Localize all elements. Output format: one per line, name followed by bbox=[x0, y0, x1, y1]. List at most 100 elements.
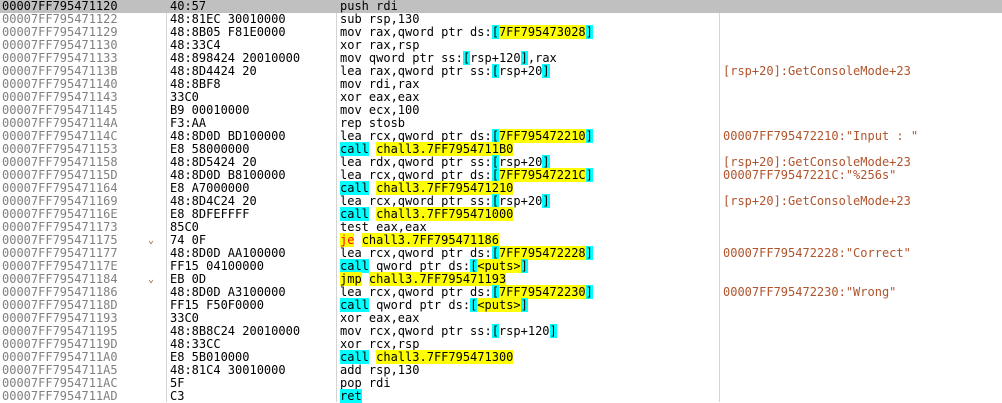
bytes-cell: 5F bbox=[170, 376, 185, 390]
instruction-token: rsp+20 bbox=[498, 64, 543, 78]
disasm-row[interactable]: 00007FF79547116E E8 8DFEFFFF call chall3.7… bbox=[0, 207, 1002, 221]
instruction-token: [ bbox=[491, 129, 499, 143]
instruction-token: [ bbox=[491, 25, 499, 39]
instruction-token: 7FF795473028 bbox=[498, 25, 586, 39]
comment-cell: 00007FF795472228:"Correct" bbox=[723, 246, 911, 260]
instruction-token: rsp+20 bbox=[498, 194, 543, 208]
instruction-token: [ bbox=[491, 246, 499, 260]
comment-cell: 00007FF79547221C:"%256s" bbox=[723, 168, 897, 182]
instruction-token: je bbox=[340, 233, 355, 247]
instruction-token: [ bbox=[491, 155, 499, 169]
instruction-token: ] bbox=[520, 51, 528, 65]
instruction-token: <puts> bbox=[477, 259, 521, 273]
instruction-cell: ret bbox=[340, 389, 720, 403]
instruction-token: mov ecx,100 bbox=[340, 103, 420, 117]
instruction-token: rsp+20 bbox=[498, 155, 543, 169]
disasm-row[interactable]: 00007FF795471195 48:8B8C24 20010000 mov rc… bbox=[0, 324, 1002, 338]
instruction-token: xor eax,eax bbox=[340, 311, 420, 325]
disasm-row[interactable]: 00007FF7954711AC 5F pop rdi bbox=[0, 377, 1002, 390]
instruction-token: [ bbox=[491, 324, 499, 338]
disasm-row[interactable]: 00007FF795471140 48:8BF8 mov rdi,rax bbox=[0, 78, 1002, 91]
instruction-token: 7FF795472230 bbox=[498, 285, 586, 299]
instruction-token: call bbox=[340, 350, 369, 364]
comment-cell: [rsp+20]:GetConsoleMode+23 bbox=[723, 194, 911, 208]
instruction-token: mov qword ptr ss: bbox=[340, 51, 463, 65]
instruction-token: call bbox=[340, 298, 369, 312]
instruction-token bbox=[362, 272, 369, 286]
instruction-token: rsp+120 bbox=[470, 51, 521, 65]
instruction-token: lea rcx,qword ptr ss: bbox=[340, 194, 492, 208]
instruction-token: lea rcx,qword ptr ds: bbox=[340, 129, 492, 143]
comment-cell: 00007FF795472230:"Wrong" bbox=[723, 285, 897, 299]
instruction-token: rsp+120 bbox=[498, 324, 550, 338]
instruction-token: ] bbox=[585, 285, 593, 299]
instruction-token: rep stosb bbox=[340, 116, 406, 130]
disasm-row[interactable]: 00007FF7954711A5 48:81C4 30010000 add rsp,… bbox=[0, 364, 1002, 377]
instruction-token: chall3.7FF7954711B0 bbox=[376, 142, 514, 156]
comment-cell: [rsp+20]:GetConsoleMode+23 bbox=[723, 64, 911, 78]
instruction-token: mov rax,qword ptr ds: bbox=[340, 25, 492, 39]
instruction-token: ] bbox=[585, 129, 593, 143]
instruction-token: chall3.7FF795471186 bbox=[361, 233, 499, 247]
instruction-token: pop rdi bbox=[340, 376, 391, 390]
instruction-token: ] bbox=[549, 324, 557, 338]
instruction-token: sub rsp,130 bbox=[340, 12, 420, 26]
disasm-row[interactable]: 00007FF795471173 85C0 test eax,eax bbox=[0, 221, 1002, 234]
jump-arrow-icon: ⌄ bbox=[148, 274, 155, 285]
disasm-row[interactable]: 00007FF7954711A0 E8 5B010000 call chall3.7… bbox=[0, 350, 1002, 364]
instruction-token: lea rdx,qword ptr ss: bbox=[340, 155, 492, 169]
instruction-token bbox=[354, 233, 361, 247]
disassembly-view[interactable]: 00007FF795471120 40:57 push rdi 00007FF7954… bbox=[0, 0, 1002, 403]
instruction-token: 7FF795472228 bbox=[498, 246, 586, 260]
instruction-token: call bbox=[340, 207, 369, 221]
instruction-token: qword ptr ds: bbox=[368, 259, 471, 273]
disasm-row[interactable]: 00007FF7954711AD C3 ret bbox=[0, 389, 1002, 403]
instruction-token: chall3.7FF795471300 bbox=[376, 350, 514, 364]
instruction-token: xor rax,rsp bbox=[340, 38, 420, 52]
instruction-token: mov rcx,qword ptr ss: bbox=[340, 324, 492, 338]
disasm-row[interactable]: 00007FF795471145 B9 00010000 mov ecx,100 bbox=[0, 104, 1002, 117]
jump-arrow-icon: ⌄ bbox=[148, 235, 155, 246]
instruction-token: add rsp,130 bbox=[340, 363, 420, 377]
instruction-token: qword ptr ds: bbox=[368, 298, 471, 312]
instruction-token: ] bbox=[542, 64, 550, 78]
instruction-token: chall3.7FF795471193 bbox=[368, 272, 507, 286]
instruction-token: [ bbox=[462, 51, 471, 65]
instruction-token: ,rax bbox=[527, 51, 557, 65]
instruction-token: ] bbox=[542, 194, 550, 208]
instruction-token: ] bbox=[585, 168, 593, 182]
comment-cell: 00007FF795472210:"Input : " bbox=[723, 129, 919, 143]
address-cell: 00007FF7954711AD bbox=[2, 389, 118, 403]
disasm-row[interactable]: 00007FF795471120 40:57 push rdi bbox=[0, 0, 1002, 13]
bytes-cell: 48:81C4 30010000 bbox=[170, 363, 286, 377]
instruction-token: lea rax,qword ptr ss: bbox=[340, 64, 492, 78]
disasm-row[interactable]: 00007FF795471129 48:8B05 F81E0000 mov rax,… bbox=[0, 25, 1002, 39]
disasm-row[interactable]: 00007FF79547113B 48:8D4424 20 lea rax,qwor… bbox=[0, 64, 1002, 78]
instruction-token: <puts> bbox=[477, 298, 521, 312]
instruction-token: jmp bbox=[340, 272, 362, 286]
instruction-token: 7FF79547221C bbox=[498, 168, 586, 182]
instruction-cell: add rsp,130 bbox=[340, 364, 720, 377]
instruction-token: ret bbox=[340, 389, 362, 403]
bytes-cell: C3 bbox=[170, 389, 185, 403]
instruction-token: chall3.7FF795471000 bbox=[376, 207, 514, 221]
instruction-token: lea rcx,qword ptr ds: bbox=[340, 168, 492, 182]
instruction-token: ] bbox=[520, 298, 528, 312]
instruction-token: lea rcx,qword ptr ds: bbox=[340, 246, 492, 260]
instruction-cell: pop rdi bbox=[340, 377, 720, 390]
instruction-token: xor eax,eax bbox=[340, 90, 420, 104]
instruction-token: test eax,eax bbox=[340, 220, 427, 234]
instruction-token: [ bbox=[491, 194, 499, 208]
disasm-row[interactable]: 00007FF79547118D FF15 F50F0000 call qword … bbox=[0, 298, 1002, 312]
instruction-token: 7FF795472210 bbox=[498, 129, 586, 143]
instruction-token: xor rcx,rsp bbox=[340, 337, 420, 351]
instruction-token: ] bbox=[585, 25, 593, 39]
instruction-token: lea rcx,qword ptr ds: bbox=[340, 285, 492, 299]
instruction-token: ] bbox=[542, 155, 550, 169]
instruction-token: [ bbox=[491, 285, 499, 299]
instruction-token: call bbox=[340, 181, 369, 195]
instruction-token: ] bbox=[520, 259, 528, 273]
instruction-token: [ bbox=[491, 168, 499, 182]
disasm-row[interactable]: 00007FF795471143 33C0 xor eax,eax bbox=[0, 91, 1002, 104]
instruction-token: call bbox=[340, 142, 369, 156]
